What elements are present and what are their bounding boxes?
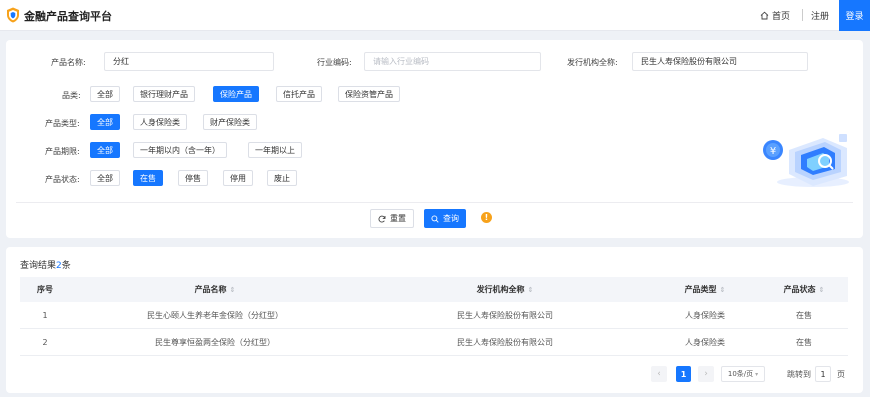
- sort-icon: ⇕: [719, 286, 726, 294]
- industry-code-input[interactable]: 请输入行业编码: [364, 52, 541, 71]
- status-chip-on-sale[interactable]: 在售: [133, 170, 163, 186]
- nav-home-link[interactable]: 首页: [760, 9, 790, 22]
- product-name-input[interactable]: 分红: [104, 52, 274, 71]
- table-header: 序号 产品名称 ⇕ 发行机构全称 ⇕ 产品类型 ⇕ 产品状态 ⇕: [20, 277, 848, 302]
- column-header-index: 序号: [37, 285, 53, 294]
- top-navbar: 金融产品查询平台 首页 注册 登录: [0, 0, 870, 31]
- shield-logo-icon: [7, 7, 19, 23]
- nav-register-link[interactable]: 注册: [811, 9, 829, 22]
- cell-issuer: 民生人寿保险股份有限公司: [457, 337, 553, 347]
- status-chip-abolished[interactable]: 废止: [267, 170, 297, 186]
- type-chip-life[interactable]: 人身保险类: [133, 114, 187, 130]
- cell-issuer: 民生人寿保险股份有限公司: [457, 310, 553, 320]
- search-button-label: 查询: [443, 214, 459, 223]
- cell-product-status: 在售: [796, 337, 812, 347]
- column-header-product-type[interactable]: 产品类型 ⇕: [650, 284, 760, 295]
- table-row[interactable]: 1 民生心颐人生养老年金保险（分红型） 民生人寿保险股份有限公司 人身保险类 在…: [20, 302, 848, 329]
- term-chip-over-one-year[interactable]: 一年期以上: [248, 142, 302, 158]
- nav-home-label: 首页: [772, 12, 791, 22]
- category-chip-insurance-asset-mgmt[interactable]: 保险资管产品: [338, 86, 400, 102]
- nav-login-button[interactable]: 登录: [839, 0, 870, 31]
- column-header-product-status[interactable]: 产品状态 ⇕: [760, 284, 848, 295]
- result-count-suffix: 条: [61, 261, 71, 271]
- home-icon: [760, 11, 769, 20]
- page-jump-label: 跳转到: [787, 370, 811, 379]
- issuer-label: 发行机构全称:: [567, 58, 618, 67]
- pagination-next-button[interactable]: ›: [698, 366, 714, 382]
- status-label: 产品状态:: [45, 175, 80, 184]
- finance-illustration-icon: ¥: [763, 134, 849, 187]
- reset-button-label: 重置: [390, 214, 406, 223]
- column-header-product-name[interactable]: 产品名称 ⇕: [70, 284, 360, 295]
- pagination-page-current[interactable]: 1: [676, 366, 691, 382]
- results-table: 序号 产品名称 ⇕ 发行机构全称 ⇕ 产品类型 ⇕ 产品状态 ⇕ 1 民生心颐人生养老年…: [20, 277, 848, 356]
- filter-panel: 产品名称: 分红 行业编码: 请输入行业编码 发行机构全称: 民生人寿保险股份有…: [6, 40, 863, 238]
- column-header-issuer-label: 发行机构全称: [476, 285, 525, 294]
- term-chip-all[interactable]: 全部: [90, 142, 120, 158]
- cell-product-type: 人身保险类: [685, 310, 725, 320]
- filter-divider: [16, 202, 853, 203]
- issuer-input[interactable]: 民生人寿保险股份有限公司: [632, 52, 808, 71]
- page-size-select[interactable]: 10条/页 ▾: [721, 366, 765, 382]
- cell-product-status: 在售: [796, 310, 812, 320]
- cell-product-type: 人身保险类: [685, 337, 725, 347]
- type-chip-property[interactable]: 财产保险类: [203, 114, 257, 130]
- refresh-icon: [378, 215, 386, 223]
- cell-product-name[interactable]: 民生尊享恒盈两全保险（分红型）: [70, 337, 360, 348]
- cell-index: 1: [42, 310, 48, 320]
- sort-icon: ⇕: [818, 286, 825, 294]
- type-chip-all[interactable]: 全部: [90, 114, 120, 130]
- product-name-label: 产品名称:: [51, 58, 86, 67]
- warning-icon[interactable]: !: [481, 212, 492, 223]
- cell-product-name[interactable]: 民生心颐人生养老年金保险（分红型）: [70, 310, 360, 321]
- page-jump-unit: 页: [837, 370, 845, 379]
- reset-button[interactable]: 重置: [370, 209, 414, 228]
- svg-text:¥: ¥: [770, 146, 776, 157]
- type-label: 产品类型:: [45, 119, 80, 128]
- term-chip-within-one-year[interactable]: 一年期以内（含一年）: [133, 142, 227, 158]
- category-chip-bank-wealth[interactable]: 银行理财产品: [133, 86, 195, 102]
- result-count: 查询结果2条: [20, 258, 71, 271]
- status-chip-discontinued[interactable]: 停售: [178, 170, 208, 186]
- category-chip-insurance[interactable]: 保险产品: [213, 86, 259, 102]
- page-size-value: 10条/页: [727, 370, 754, 378]
- industry-code-label: 行业编码:: [317, 58, 352, 67]
- category-chip-trust[interactable]: 信托产品: [276, 86, 322, 102]
- category-label: 品类:: [62, 91, 81, 100]
- cell-index: 2: [42, 337, 48, 347]
- table-row[interactable]: 2 民生尊享恒盈两全保险（分红型） 民生人寿保险股份有限公司 人身保险类 在售: [20, 329, 848, 356]
- app-title: 金融产品查询平台: [24, 10, 112, 23]
- column-header-product-name-label: 产品名称: [194, 285, 227, 294]
- result-count-prefix: 查询结果: [20, 261, 57, 271]
- column-header-product-type-label: 产品类型: [684, 285, 717, 294]
- column-header-product-status-label: 产品状态: [783, 285, 816, 294]
- status-chip-all[interactable]: 全部: [90, 170, 120, 186]
- term-label: 产品期限:: [45, 147, 80, 156]
- chevron-down-icon: ▾: [755, 370, 759, 378]
- sort-icon: ⇕: [229, 286, 236, 294]
- column-header-issuer[interactable]: 发行机构全称 ⇕: [360, 284, 650, 295]
- status-chip-disabled[interactable]: 停用: [223, 170, 253, 186]
- search-button[interactable]: 查询: [424, 209, 466, 228]
- pagination-prev-button[interactable]: ‹: [651, 366, 667, 382]
- search-icon: [431, 214, 439, 223]
- page-jump-input[interactable]: 1: [815, 366, 831, 382]
- category-chip-all[interactable]: 全部: [90, 86, 120, 102]
- nav-divider: [802, 9, 803, 21]
- sort-icon: ⇕: [527, 286, 534, 294]
